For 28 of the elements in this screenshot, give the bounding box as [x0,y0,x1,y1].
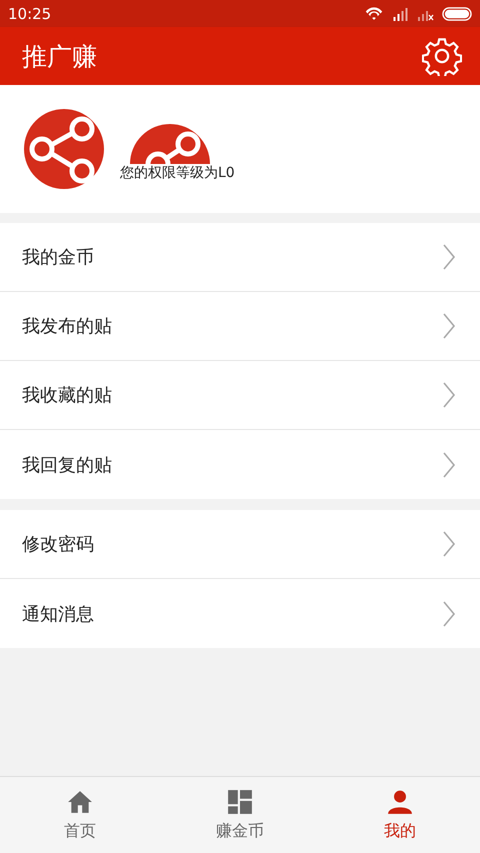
person-icon [387,788,413,814]
chevron-right-icon [442,312,456,340]
settings-icon [422,36,462,76]
tab-button[interactable]: 赚金币 [160,777,320,853]
menu-item[interactable]: 我收藏的贴 [0,361,480,430]
chevron-right-icon [442,600,456,628]
battery-icon [442,6,472,20]
menu-item[interactable]: 我回复的贴 [0,430,480,499]
chevron-right-icon [442,450,456,478]
tab-button[interactable]: 首页 [0,777,160,853]
chevron-right-icon [442,243,456,271]
home-icon [67,788,93,814]
menu-item[interactable]: 通知消息 [0,579,480,648]
signal-icon [392,6,409,20]
menu-item[interactable]: 我的金币 [0,223,480,292]
chevron-right-icon [442,530,456,558]
chevron-right-icon [442,381,456,409]
menu-item[interactable]: 修改密码 [0,510,480,579]
level-text: 您的权限等级为L0 [120,164,235,182]
app-title: 推广赚 [22,40,97,72]
menu-item[interactable]: 我发布的贴 [0,292,480,361]
share-icon [130,124,210,164]
wifi-icon [364,6,384,21]
grid-icon [227,788,253,814]
avatar-share-icon [24,109,104,189]
settings-button[interactable] [422,36,462,76]
tab-button[interactable]: 我的 [320,777,480,853]
clock-time: 10:25 [8,4,52,22]
